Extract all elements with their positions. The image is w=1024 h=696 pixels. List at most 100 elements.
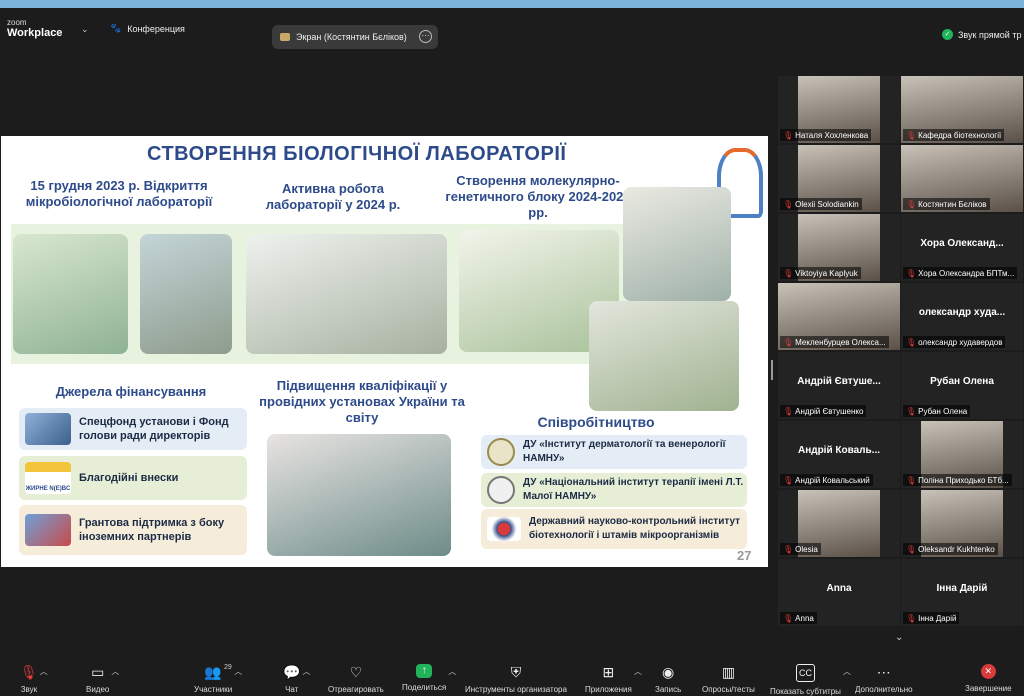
participant-tile[interactable]: олександр худа... 🎙 олександр худавердов — [901, 283, 1023, 350]
lab-photo — [246, 234, 447, 354]
participant-name: олександр худавердов — [918, 337, 1003, 347]
mic-muted-icon: 🎙 — [906, 268, 917, 278]
participant-name-label: 🎙 Інна Дарій — [903, 612, 960, 624]
audio-button[interactable]: 🎙 Звук ︿ — [20, 658, 48, 696]
participant-tile[interactable]: Андрій Коваль... 🎙 Андрій Ковальський — [778, 421, 900, 488]
participant-tile[interactable]: 🎙 Поліна Приходько БТб... — [901, 421, 1023, 488]
participant-name: Anna — [795, 613, 814, 623]
cooperation-item: ДУ «Національний інститут терапії імені … — [481, 473, 747, 507]
record-label: Запись — [655, 685, 682, 694]
participant-tile[interactable]: 🎙 Oleksandr Kukhtenko — [901, 490, 1023, 557]
react-label: Отреагировать — [328, 685, 384, 694]
lab-photo — [140, 234, 232, 354]
caret-up-icon[interactable]: ︿ — [448, 666, 456, 677]
participants-gallery: 🎙 Наталя Хохленкова 🎙 Кафедра біотехнології… — [776, 76, 1024, 628]
participant-display-name: Андрій Коваль... — [797, 445, 881, 456]
host-tools-button[interactable]: ⛨ Инструменты организатора — [465, 658, 567, 696]
captions-button[interactable]: CC Показать субтитры ︿ — [770, 658, 851, 696]
participant-tile[interactable]: 🎙 Наталя Хохленкова — [778, 76, 900, 143]
participant-name-label: 🎙 Oleksandr Kukhtenko — [903, 543, 998, 555]
shield-icon: ⛨ — [510, 664, 522, 680]
chat-button[interactable]: 💬 Чат ︿ — [283, 658, 310, 696]
participant-tile[interactable]: 🎙 Кафедра біотехнології — [901, 76, 1023, 143]
screen-share-pill[interactable]: Экран (Костянтин Бєліков) ··· — [272, 25, 438, 49]
participant-name-label: 🎙 Поліна Приходько БТб... — [903, 474, 1012, 486]
lab-photo — [623, 187, 731, 301]
panel-resize-handle[interactable] — [771, 360, 773, 380]
end-meeting-button[interactable]: ✕ Завершение — [965, 658, 1012, 696]
share-screen-icon: ↑ — [416, 664, 433, 678]
slide-page-number: 27 — [737, 548, 752, 563]
participant-tile[interactable]: Інна Дарій 🎙 Інна Дарій — [901, 559, 1023, 626]
bar-chart-icon: ▥ — [721, 664, 736, 680]
caret-up-icon[interactable]: ︿ — [634, 666, 642, 677]
participants-count: 29 — [224, 664, 232, 671]
funding-thumb — [25, 514, 71, 546]
react-button[interactable]: ♡ Отреагировать — [328, 658, 384, 696]
screen-share-icon — [280, 33, 290, 41]
cooperation-item-text: ДУ «Інститут дерматології та венерології… — [523, 439, 726, 464]
participant-name-label: 🎙 Костянтин Бєліков — [903, 198, 990, 210]
logo-line2: Workplace — [7, 27, 63, 39]
mic-muted-icon: 🎙 — [783, 130, 794, 140]
participant-name: Мекленбурцев Олекса... — [795, 337, 886, 347]
participant-tile[interactable]: Андрій Євтуше... 🎙 Андрій Євтушенко — [778, 352, 900, 419]
participant-display-name: олександр худа... — [918, 307, 1006, 318]
participant-tile[interactable]: 🎙 Olesia — [778, 490, 900, 557]
audio-status-label: Звук прямой тр — [958, 29, 1022, 40]
top-bar: zoom Workplace ⌄ 🐾 Конференция Экран (Ко… — [0, 8, 1024, 49]
video-button[interactable]: ▭ Видео ︿ — [86, 658, 119, 696]
participant-name: Кафедра біотехнології — [918, 130, 1002, 140]
participant-display-name: Рубан Олена — [930, 376, 994, 387]
participant-display-name: Інна Дарій — [936, 583, 988, 594]
participants-icon: 👥 — [204, 664, 222, 680]
participant-display-name: Андрій Євтуше... — [797, 376, 881, 387]
participant-tile[interactable]: Хора Олександ... 🎙 Хора Олександра БПТм... — [901, 214, 1023, 281]
cooperation-item-text: ДУ «Національний інститут терапії імені … — [523, 477, 744, 502]
shield-check-icon: ✓ — [942, 29, 953, 40]
cooperation-heading: Співробітництво — [537, 414, 655, 430]
participant-name-label: 🎙 Olexii Solodiankin — [780, 198, 862, 210]
cc-icon: CC — [795, 664, 815, 682]
caret-up-icon[interactable]: ︿ — [111, 666, 119, 677]
participant-name-label: 🎙 Рубан Олена — [903, 405, 971, 417]
more-label: Дополнительно — [855, 685, 913, 694]
caret-up-icon[interactable]: ︿ — [302, 666, 310, 677]
apps-button[interactable]: ⊞ Приложения ︿ — [585, 658, 642, 696]
caret-up-icon[interactable]: ︿ — [40, 666, 48, 677]
participant-tile[interactable]: 🎙 Костянтин Бєліков — [901, 145, 1023, 212]
participant-name: Рубан Олена — [918, 406, 968, 416]
mic-muted-icon: 🎙 — [783, 544, 794, 554]
participant-name: Olexii Solodiankin — [795, 199, 859, 209]
funding-thumb — [25, 413, 71, 445]
more-button[interactable]: ⋯ Дополнительно — [855, 658, 913, 696]
participant-tile[interactable]: 🎙 Olexii Solodiankin — [778, 145, 900, 212]
participant-tile[interactable]: Anna 🎙 Anna — [778, 559, 900, 626]
video-label: Видео — [86, 685, 110, 694]
chat-icon: 💬 — [283, 664, 301, 680]
participants-button[interactable]: 👥 29 Участники ︿ — [194, 658, 242, 696]
mic-muted-icon: 🎙 — [906, 199, 917, 209]
zoom-logo[interactable]: zoom Workplace — [7, 18, 63, 39]
caret-up-icon[interactable]: ︿ — [843, 666, 851, 677]
share-button[interactable]: ↑ Поделиться ︿ — [402, 658, 456, 696]
record-button[interactable]: ◉ Запись — [655, 658, 681, 696]
participant-name-label: 🎙 Кафедра біотехнології — [903, 129, 1005, 141]
participant-tile[interactable]: Рубан Олена 🎙 Рубан Олена — [901, 352, 1023, 419]
polls-button[interactable]: ▥ Опросы/тесты — [702, 658, 755, 696]
caret-up-icon[interactable]: ︿ — [234, 666, 242, 677]
participant-name-label: 🎙 Хора Олександра БПТм... — [903, 267, 1018, 279]
mic-muted-icon: 🎙 — [906, 130, 917, 140]
audio-status[interactable]: ✓ Звук прямой тр — [942, 29, 1021, 40]
participant-tile[interactable]: 🎙 Мекленбурцев Олекса... — [778, 283, 900, 350]
more-icon[interactable]: ··· — [419, 30, 432, 43]
meeting-info-button[interactable]: 🐾 Конференция — [110, 23, 185, 34]
chevron-down-icon[interactable]: ⌄ — [895, 632, 903, 643]
mic-muted-icon: 🎙 — [783, 199, 794, 209]
funding-item-text: Грантова підтримка з боку іноземних парт… — [79, 517, 225, 543]
chevron-down-icon[interactable]: ⌄ — [81, 24, 89, 35]
slide-col2-heading: Активна робота лабораторії у 2024 р. — [265, 181, 401, 212]
lab-photo — [589, 301, 739, 411]
participant-tile[interactable]: 🎙 Viktoyiya Kaplyuk — [778, 214, 900, 281]
participant-display-name: Anna — [826, 583, 852, 594]
